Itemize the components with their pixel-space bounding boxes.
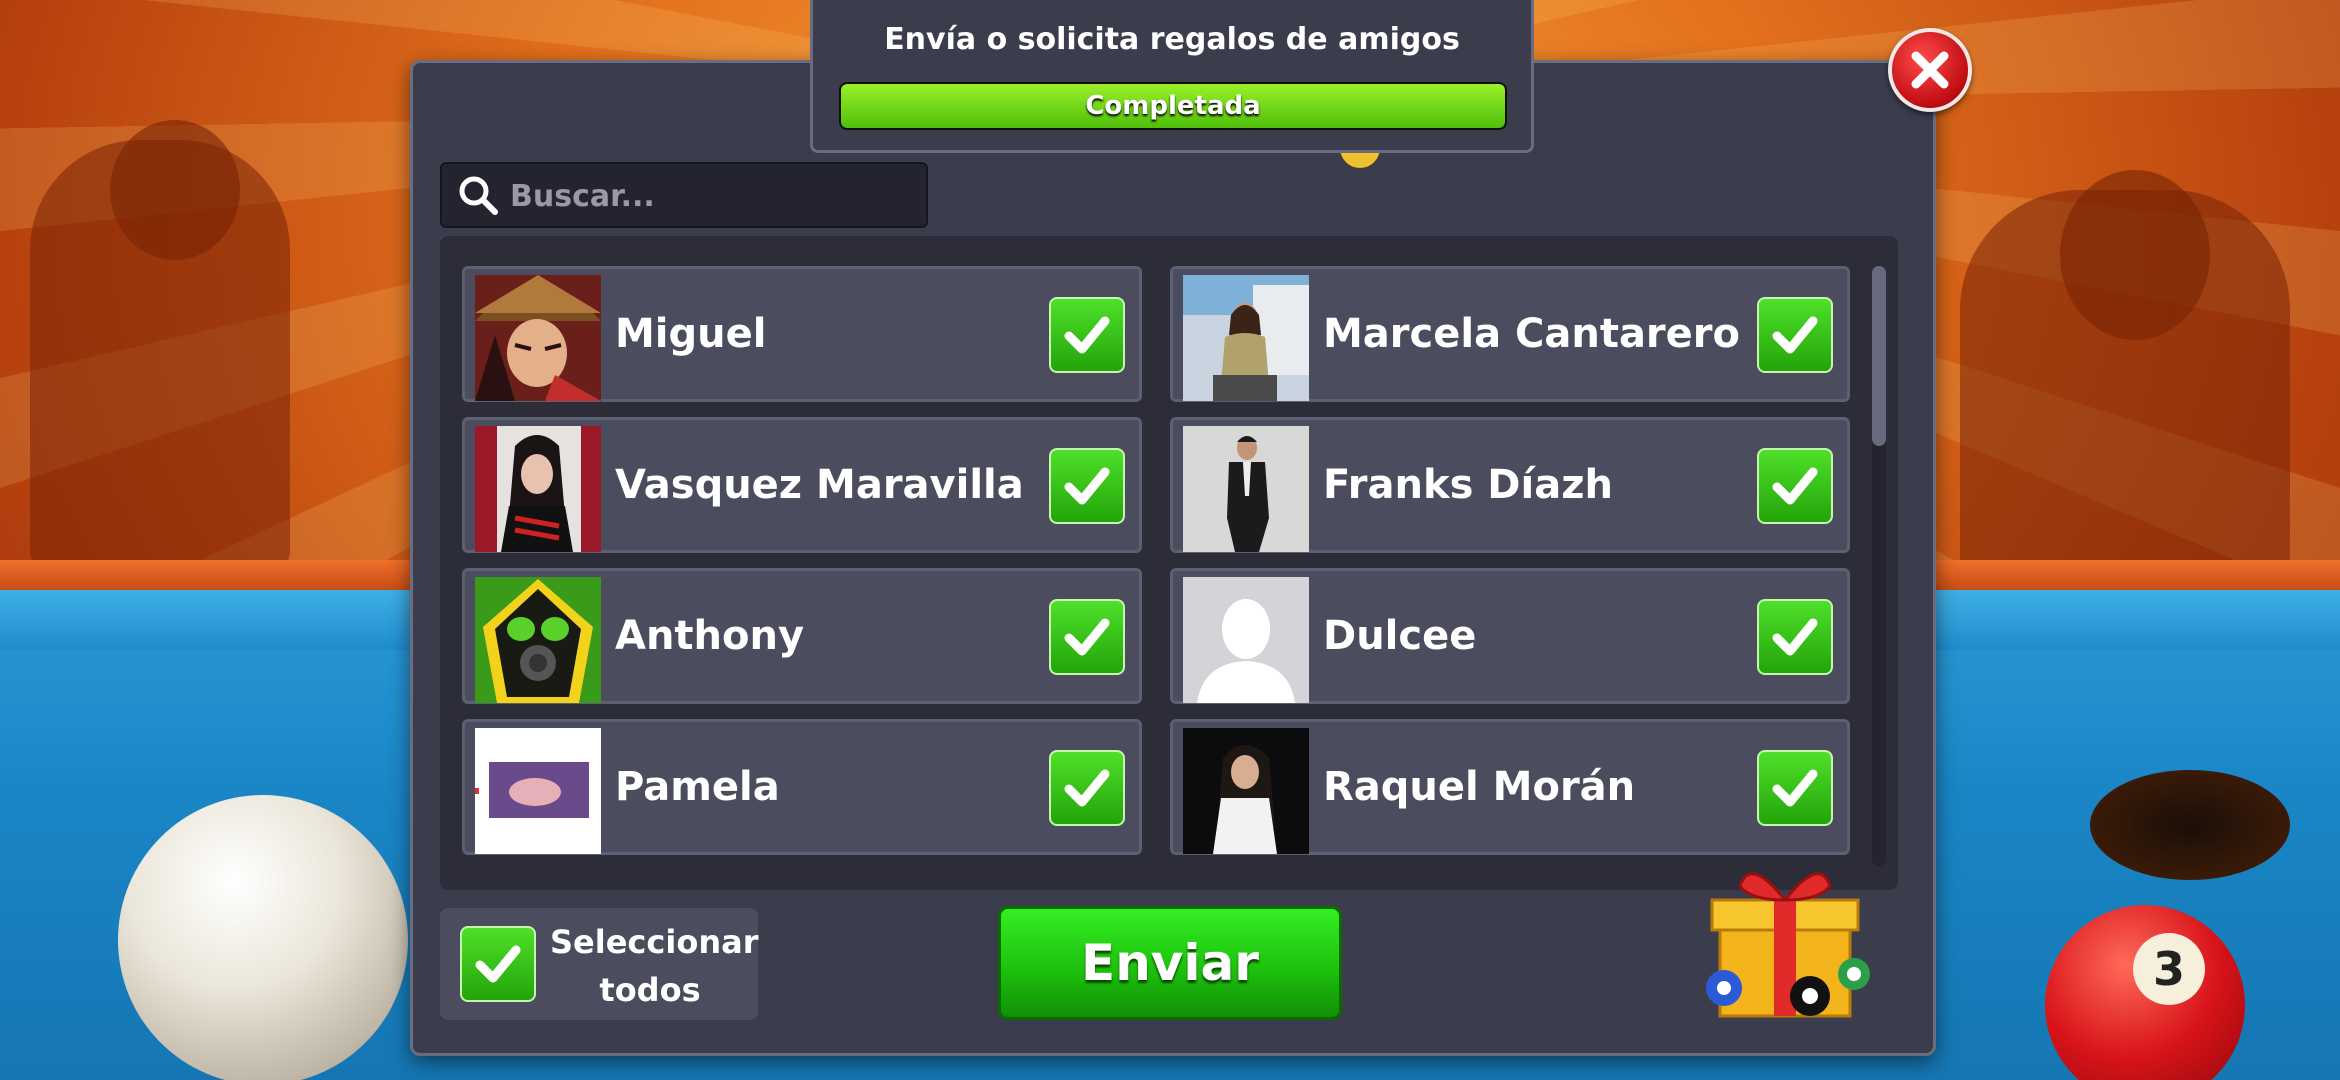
checkmark-icon xyxy=(1064,618,1110,656)
list-scrollbar[interactable] xyxy=(1872,266,1886,866)
friend-card[interactable]: Anthony xyxy=(462,568,1142,704)
checkmark-icon xyxy=(1772,467,1818,505)
friend-card[interactable]: Franks Díazh xyxy=(1170,417,1850,553)
send-button[interactable]: Enviar xyxy=(998,906,1342,1020)
friend-card[interactable]: Raquel Morán xyxy=(1170,719,1850,855)
friend-checkbox[interactable] xyxy=(1049,750,1125,826)
select-all-label-line1: Seleccionar xyxy=(550,923,759,961)
friend-name: Marcela Cantarero xyxy=(1323,311,1740,357)
avatar xyxy=(1183,728,1309,854)
friend-checkbox[interactable] xyxy=(1757,297,1833,373)
gift-box-icon xyxy=(1706,872,1870,1018)
friend-checkbox[interactable] xyxy=(1757,750,1833,826)
friend-card[interactable]: Pamela xyxy=(462,719,1142,855)
select-all-checkbox[interactable] xyxy=(460,926,536,1002)
friend-card[interactable]: Vasquez Maravilla xyxy=(462,417,1142,553)
player-silhouette-right-head xyxy=(2060,170,2210,340)
ball-number: 3 xyxy=(2133,933,2205,1005)
friend-name: Raquel Morán xyxy=(1323,764,1636,810)
checkmark-icon xyxy=(1772,618,1818,656)
avatar xyxy=(475,275,601,401)
checkmark-icon xyxy=(1064,316,1110,354)
search-input[interactable] xyxy=(508,164,912,228)
checkmark-icon xyxy=(1772,316,1818,354)
avatar xyxy=(1183,577,1309,703)
progress-label: Completada xyxy=(1085,91,1261,121)
friend-checkbox[interactable] xyxy=(1049,297,1125,373)
checkmark-icon xyxy=(1064,467,1110,505)
avatar xyxy=(1183,275,1309,401)
mission-banner: Envía o solicita regalos de amigos Compl… xyxy=(810,0,1534,153)
friend-card[interactable]: Marcela Cantarero xyxy=(1170,266,1850,402)
friend-card[interactable]: Miguel xyxy=(462,266,1142,402)
player-silhouette-left-head xyxy=(110,120,240,260)
scroll-thumb[interactable] xyxy=(1872,266,1886,446)
avatar xyxy=(475,426,601,552)
search-icon xyxy=(459,176,498,215)
friend-checkbox[interactable] xyxy=(1757,448,1833,524)
checkmark-icon xyxy=(1064,769,1110,807)
avatar xyxy=(1183,426,1309,552)
select-all-toggle[interactable]: Seleccionar todos xyxy=(440,908,758,1020)
friend-name: Dulcee xyxy=(1323,613,1477,659)
close-button[interactable] xyxy=(1888,28,1972,112)
friend-card[interactable]: Dulcee xyxy=(1170,568,1850,704)
checkmark-icon xyxy=(1772,769,1818,807)
friend-name: Vasquez Maravilla xyxy=(615,462,1024,508)
mission-progress-bar: Completada xyxy=(839,82,1507,130)
friend-checkbox[interactable] xyxy=(1049,599,1125,675)
friend-name: Franks Díazh xyxy=(1323,462,1613,508)
checkmark-icon xyxy=(475,945,521,983)
avatar xyxy=(475,728,601,854)
friend-name: Miguel xyxy=(615,311,767,357)
mission-title: Envía o solicita regalos de amigos xyxy=(884,22,1460,57)
table-pocket xyxy=(2090,770,2290,880)
close-icon xyxy=(1911,51,1949,89)
search-box[interactable] xyxy=(440,162,928,228)
select-all-label-line2: todos xyxy=(599,971,701,1009)
friend-checkbox[interactable] xyxy=(1757,599,1833,675)
cue-ball xyxy=(118,795,408,1080)
friend-name: Pamela xyxy=(615,764,780,810)
select-all-label: Seleccionar todos xyxy=(550,918,759,1014)
friend-name: Anthony xyxy=(615,613,805,659)
avatar xyxy=(475,577,601,703)
friend-checkbox[interactable] xyxy=(1049,448,1125,524)
